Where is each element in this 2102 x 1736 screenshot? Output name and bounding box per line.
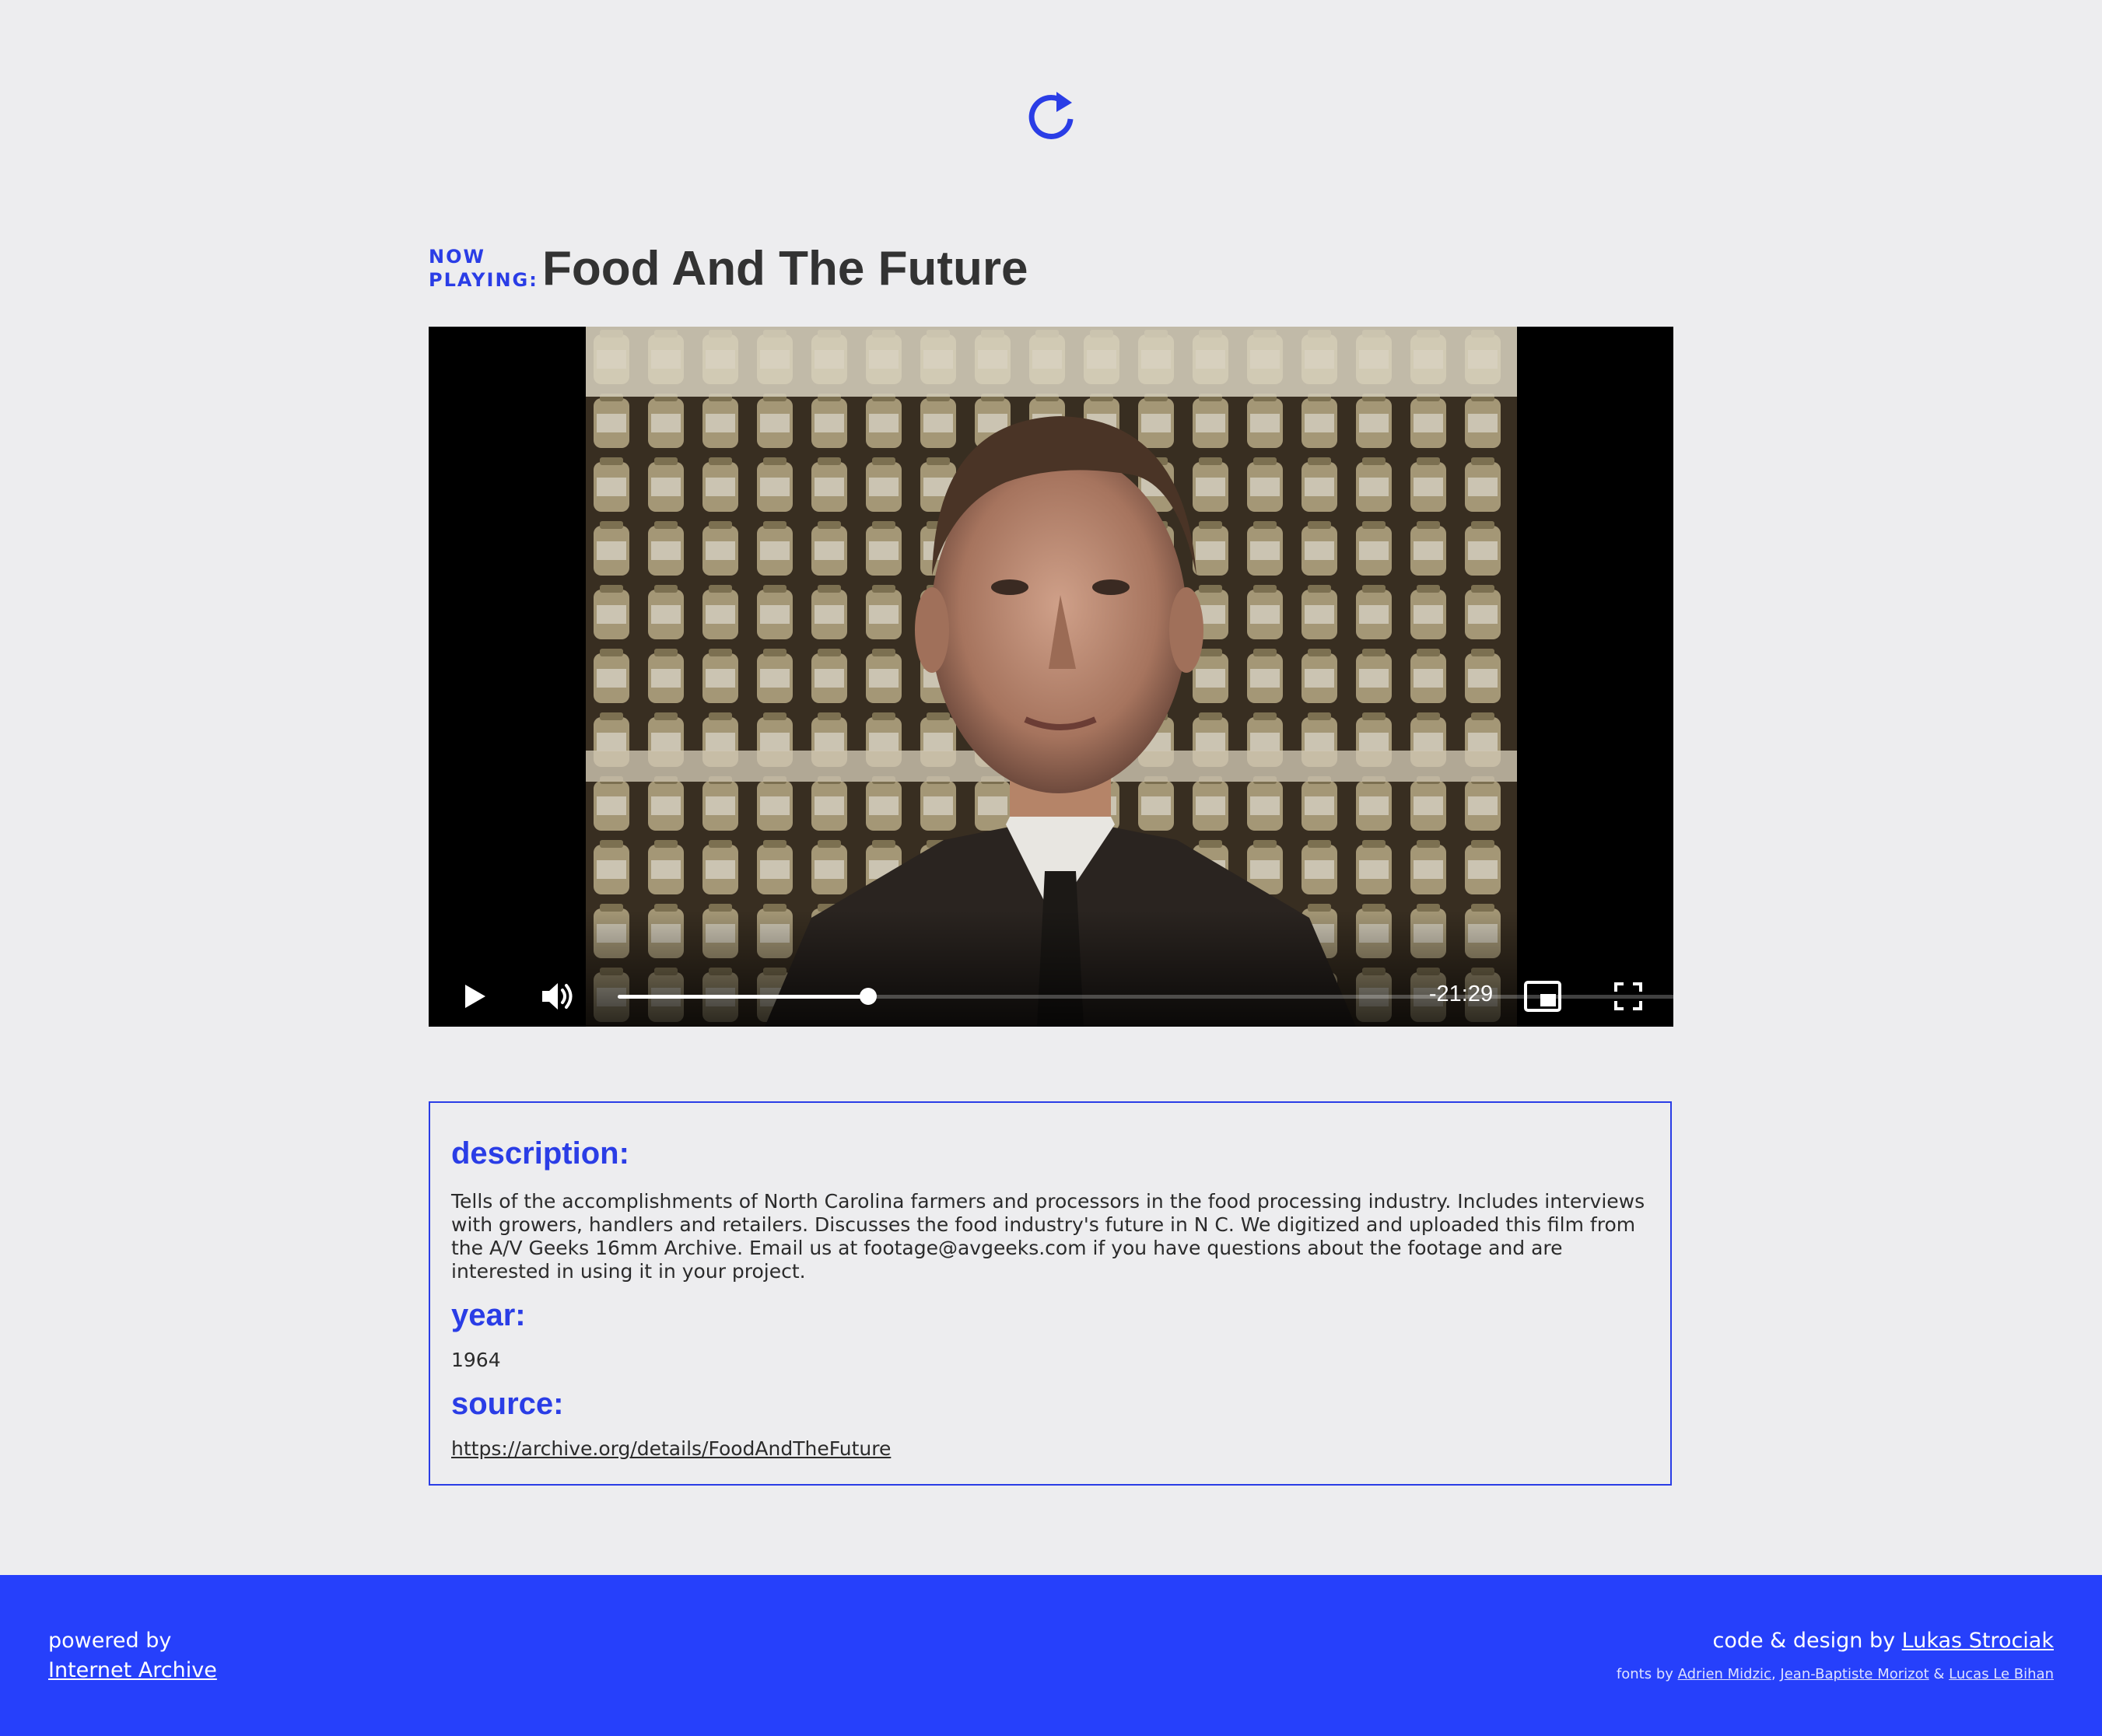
year-value: 1964 (451, 1349, 501, 1371)
fullscreen-button[interactable] (1607, 975, 1649, 1017)
video-player[interactable]: -21:29 (429, 327, 1673, 1027)
code-design-label: code & design by (1712, 1629, 1902, 1653)
now-playing-label-line1: NOW (429, 246, 485, 268)
font-author-link-3[interactable]: Lucas Le Bihan (1949, 1666, 2054, 1682)
author-link[interactable]: Lukas Strociak (1902, 1629, 2054, 1653)
source-link[interactable]: https://archive.org/details/FoodAndTheFu… (451, 1437, 891, 1460)
footer-credits: code & design by Lukas Strociak fonts by… (1617, 1626, 2054, 1684)
fonts-label: fonts by (1616, 1666, 1678, 1682)
reload-icon[interactable] (1020, 86, 1082, 148)
progress-handle[interactable] (860, 988, 877, 1005)
year-heading: year: (451, 1298, 526, 1332)
font-separator-2: & (1929, 1666, 1950, 1682)
picture-in-picture-icon (1524, 981, 1561, 1012)
video-title: Food And The Future (542, 241, 1028, 296)
now-playing-label-line2: PLAYING: (429, 269, 538, 291)
fullscreen-icon (1614, 982, 1642, 1010)
powered-by-label: powered by (48, 1629, 172, 1653)
play-button[interactable] (452, 975, 494, 1017)
picture-in-picture-button[interactable] (1522, 975, 1564, 1017)
font-separator-1: , (1771, 1666, 1781, 1682)
footer: powered by Internet Archive code & desig… (0, 1575, 2102, 1736)
progress-bar[interactable] (618, 988, 1673, 1005)
internet-archive-link[interactable]: Internet Archive (48, 1658, 217, 1682)
code-design-credit: code & design by Lukas Strociak (1617, 1626, 2054, 1656)
source-value: https://archive.org/details/FoodAndTheFu… (451, 1437, 1650, 1461)
now-playing-label: NOW PLAYING: (429, 245, 538, 292)
now-playing-header: NOW PLAYING: Food And The Future (429, 233, 1028, 303)
description-heading: description: (451, 1136, 629, 1171)
progress-fill (618, 995, 868, 999)
font-author-link-2[interactable]: Jean-Baptiste Morizot (1780, 1666, 1929, 1682)
footer-powered-by: powered by Internet Archive (48, 1626, 217, 1685)
fonts-credit: fonts by Adrien Midzic, Jean-Baptiste Mo… (1617, 1665, 2054, 1684)
source-heading: source: (451, 1387, 564, 1421)
volume-button[interactable] (538, 975, 580, 1017)
player-controls: -21:29 (429, 910, 1673, 1027)
description-text: Tells of the accomplishments of North Ca… (451, 1190, 1645, 1283)
volume-icon (542, 983, 573, 1010)
video-info-panel: description: Tells of the accomplishment… (429, 1101, 1672, 1486)
time-remaining: -21:29 (1428, 982, 1494, 1006)
font-author-link-1[interactable]: Adrien Midzic (1678, 1666, 1771, 1682)
play-icon (465, 985, 485, 1008)
